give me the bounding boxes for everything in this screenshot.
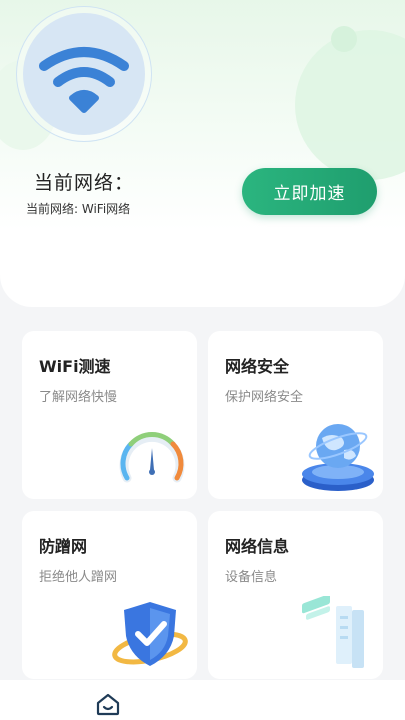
- anti-leech-card[interactable]: 防蹭网 拒绝他人蹭网: [22, 511, 197, 679]
- bottom-nav-bar: [0, 680, 405, 720]
- decorative-bubble: [331, 26, 357, 52]
- network-info-card[interactable]: 网络信息 设备信息: [208, 511, 383, 679]
- card-title: 网络信息: [225, 537, 290, 556]
- card-title: WiFi测速: [39, 357, 111, 376]
- current-network-subtitle: 当前网络: WiFi网络: [26, 202, 131, 216]
- card-subtitle: 设备信息: [225, 570, 278, 585]
- shield-check-icon: [112, 602, 188, 666]
- card-title: 防蹭网: [39, 537, 88, 556]
- current-network-title: 当前网络：: [34, 172, 135, 194]
- home-icon[interactable]: [95, 692, 121, 716]
- card-subtitle: 拒绝他人蹭网: [39, 570, 118, 585]
- decorative-bubble: [295, 30, 405, 180]
- network-info-icon: [302, 596, 364, 668]
- card-subtitle: 了解网络快慢: [39, 390, 118, 405]
- card-title: 网络安全: [225, 357, 290, 376]
- boost-button[interactable]: 立即加速: [242, 168, 377, 215]
- speedometer-icon: [119, 432, 185, 483]
- wifi-icon: [39, 47, 129, 113]
- card-subtitle: 保护网络安全: [225, 390, 304, 405]
- network-security-card[interactable]: 网络安全 保护网络安全: [208, 331, 383, 499]
- globe-security-icon: [302, 424, 374, 491]
- wifi-speed-card[interactable]: WiFi测速 了解网络快慢: [22, 331, 197, 499]
